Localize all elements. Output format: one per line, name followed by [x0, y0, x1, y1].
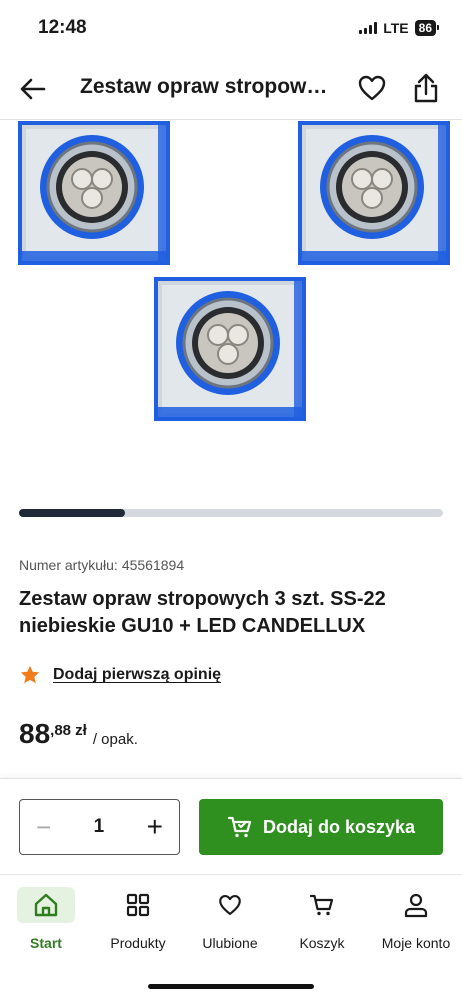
grid-icon: [109, 887, 167, 923]
add-to-cart-button[interactable]: Dodaj do koszyka: [199, 799, 443, 855]
sku-label: Numer artykułu:: [19, 557, 118, 573]
status-time: 12:48: [38, 17, 87, 38]
arrow-left-icon: [20, 78, 46, 100]
quantity-stepper: − 1 +: [19, 799, 180, 855]
sku-line: Numer artykułu: 45561894: [19, 557, 184, 573]
status-indicators: LTE 86: [359, 20, 440, 36]
add-to-cart-bar: − 1 + Dodaj do koszyka: [0, 778, 462, 874]
bottom-tab-bar: Start Produkty Ulubione Koszyk Moje kont…: [0, 874, 462, 999]
product-image-lamp-1: [18, 121, 170, 265]
network-type: LTE: [383, 20, 409, 36]
page-title: Zestaw opraw stropowych 3 szt. SS-22 nie…: [80, 75, 336, 98]
product-image-lamp-3: [154, 277, 306, 421]
cart-icon: [227, 816, 252, 838]
back-button[interactable]: [16, 72, 50, 106]
sku-value: 45561894: [121, 557, 185, 573]
rating-row: Dodaj pierwszą opinię: [19, 664, 221, 686]
heart-icon: [358, 75, 386, 101]
quantity-value[interactable]: 1: [94, 816, 105, 838]
product-title: Zestaw opraw stropowych 3 szt. SS-22 nie…: [19, 588, 386, 637]
tab-koszyk[interactable]: Koszyk: [276, 887, 368, 951]
battery-icon: 86: [414, 20, 440, 36]
price: 88 ,88 zł / opak.: [19, 718, 138, 750]
add-to-cart-label: Dodaj do koszyka: [262, 816, 416, 837]
signal-icon: [359, 22, 378, 34]
tab-produkty[interactable]: Produkty: [92, 887, 184, 951]
share-button[interactable]: [410, 71, 442, 105]
share-icon: [414, 73, 438, 103]
quantity-increase-button[interactable]: +: [147, 813, 163, 841]
price-unit: / opak.: [92, 731, 138, 748]
gallery-progress: [19, 509, 443, 517]
user-icon: [387, 887, 445, 923]
add-review-link[interactable]: Dodaj pierwszą opinię: [53, 666, 221, 684]
status-bar: 12:48 LTE 86: [0, 0, 462, 56]
product-gallery[interactable]: [0, 121, 462, 491]
price-integer: 88: [19, 718, 51, 749]
tab-label: Produkty: [110, 935, 166, 951]
tab-start[interactable]: Start: [0, 887, 92, 951]
favorite-button[interactable]: [356, 72, 388, 104]
tab-label: Moje konto: [381, 935, 451, 951]
product-image-lamp-2: [298, 121, 450, 265]
tab-moje-konto[interactable]: Moje konto: [370, 887, 462, 951]
star-icon: [20, 665, 40, 684]
home-indicator: [148, 984, 314, 989]
quantity-decrease-button[interactable]: −: [36, 814, 51, 840]
heart-icon: [201, 887, 259, 923]
tab-label: Start: [30, 935, 62, 951]
cart-icon: [293, 887, 351, 923]
tab-label: Ulubione: [202, 935, 258, 951]
app-header: Zestaw opraw stropowych 3 szt. SS-22 nie…: [0, 58, 462, 120]
tab-ulubione[interactable]: Ulubione: [184, 887, 276, 951]
gallery-progress-fill: [19, 509, 125, 517]
price-cents: ,88 zł: [50, 722, 87, 739]
tab-label: Koszyk: [299, 935, 345, 951]
home-icon: [17, 887, 75, 923]
